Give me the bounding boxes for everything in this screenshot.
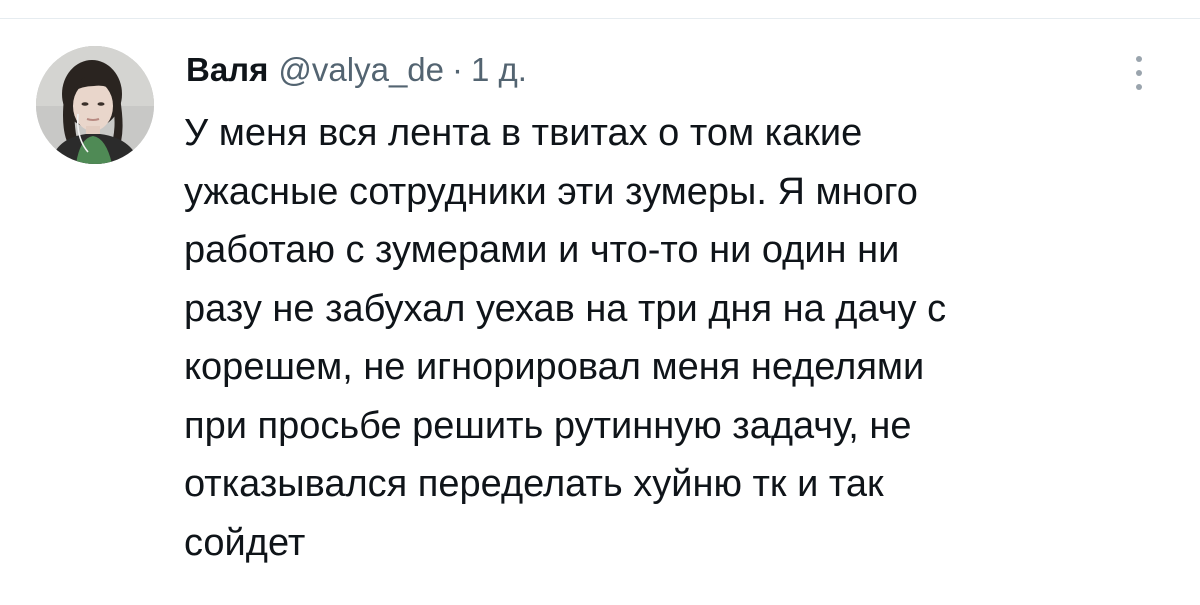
user-handle[interactable]: @valya_de bbox=[278, 51, 444, 88]
more-dot bbox=[1136, 56, 1142, 62]
avatar-photo bbox=[36, 46, 154, 164]
avatar[interactable] bbox=[36, 46, 154, 164]
tweet-header: Валя @valya_de · 1 д. bbox=[186, 50, 527, 90]
display-name[interactable]: Валя bbox=[186, 51, 268, 88]
timestamp[interactable]: 1 д. bbox=[471, 51, 527, 88]
more-vertical-icon[interactable] bbox=[1124, 52, 1154, 96]
more-dot bbox=[1136, 70, 1142, 76]
tweet-text: У меня вся лента в твитах о том какие уж… bbox=[184, 112, 947, 564]
separator-dot: · bbox=[452, 51, 464, 88]
tweet-card[interactable]: Валя @valya_de · 1 д. У меня вся лента в тв… bbox=[0, 0, 1200, 605]
more-dot bbox=[1136, 84, 1142, 90]
